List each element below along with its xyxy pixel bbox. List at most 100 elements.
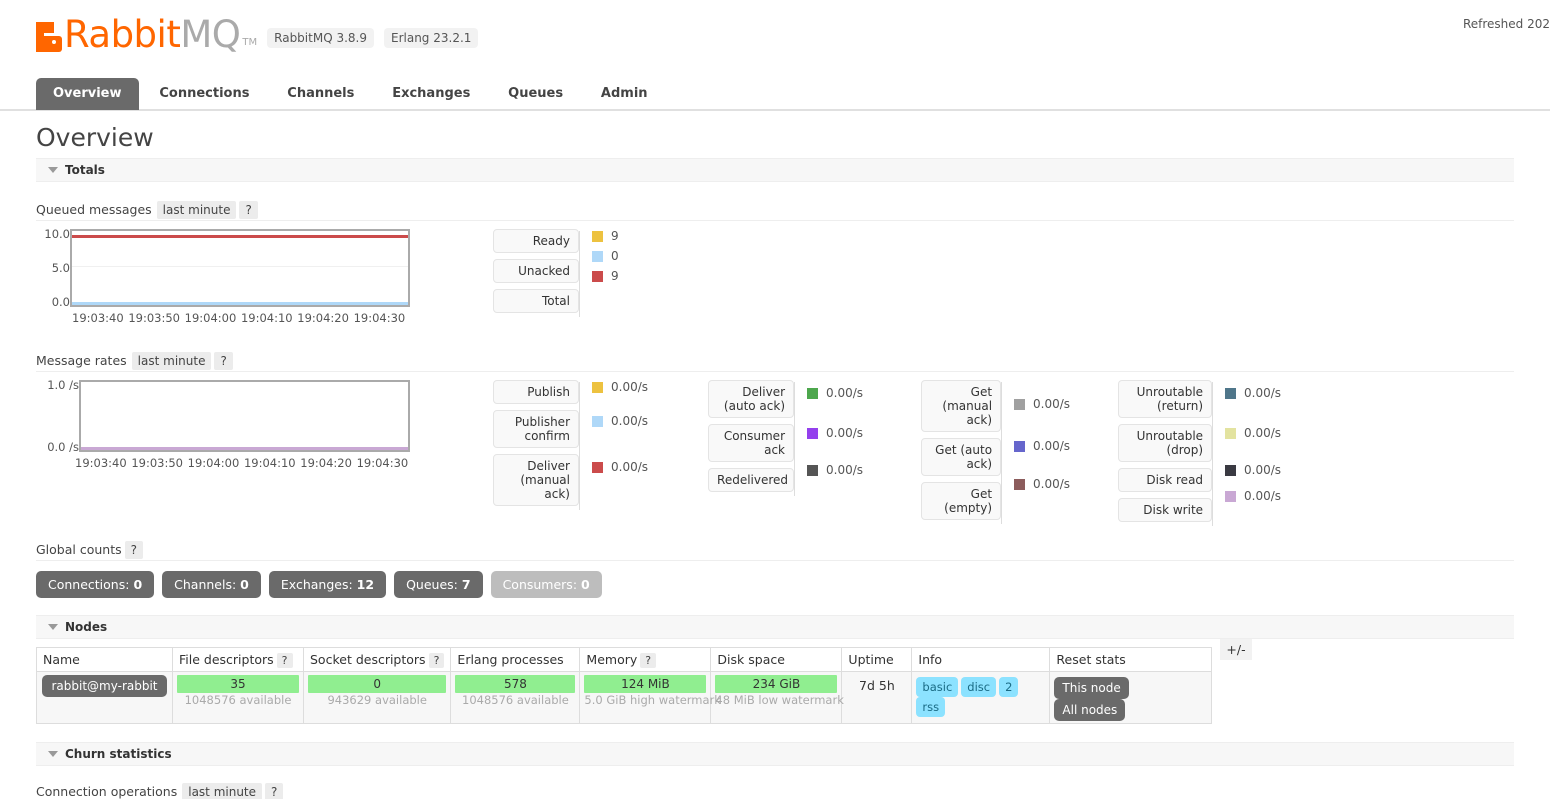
series-line-zero-rates — [81, 447, 408, 450]
legend-value-redelivered: 0.00/s — [807, 463, 863, 477]
x-tick-3: 19:04:10 — [240, 311, 293, 325]
col-erlang-processes[interactable]: Erlang processes — [450, 647, 581, 672]
legend-button-disk-write[interactable]: Disk write — [1118, 498, 1213, 522]
legend-button-get-manual-ack[interactable]: Get (manual ack) — [921, 380, 1002, 432]
col-disk-space[interactable]: Disk space — [710, 647, 843, 672]
node-name-link[interactable]: rabbit@my-rabbit — [42, 675, 167, 697]
col-name[interactable]: Name — [36, 647, 173, 672]
legend-value-unacked: 0 — [592, 249, 619, 263]
nodes-table: Name File descriptors? Socket descriptor… — [36, 647, 1213, 724]
gridline-5 — [72, 266, 408, 267]
col-socket-descriptors[interactable]: Socket descriptors? — [302, 647, 452, 672]
reset-stats-this-node-button[interactable]: This node — [1054, 677, 1129, 699]
message-rates-plot-area[interactable] — [79, 380, 410, 452]
global-counts-help-icon[interactable]: ? — [124, 541, 144, 559]
legend-button-unacked[interactable]: Unacked — [493, 259, 579, 283]
info-badge-count[interactable]: 2 — [999, 677, 1019, 697]
connection-operations-help-icon[interactable]: ? — [265, 783, 284, 799]
section-label-churn: Churn statistics — [65, 747, 172, 761]
count-badge-connections[interactable]: Connections: 0 — [36, 571, 155, 598]
tab-exchanges[interactable]: Exchanges — [375, 78, 487, 110]
col-file-descriptors-help-icon[interactable]: ? — [276, 653, 293, 668]
col-memory[interactable]: Memory? — [579, 647, 712, 672]
brand-logo[interactable]: Rabbit MQ TM RabbitMQ 3.8.9 Erlang 23.2.… — [36, 13, 479, 56]
collapse-caret-icon — [48, 750, 58, 757]
col-socket-descriptors-help-icon[interactable]: ? — [428, 653, 445, 668]
legend-value-unroutable-return-text: 0.00/s — [1244, 386, 1282, 400]
swatch-unacked-icon — [592, 250, 603, 262]
count-badge-exchanges[interactable]: Exchanges: 12 — [268, 571, 387, 598]
legend-value-unacked-text: 0 — [611, 249, 619, 263]
col-info[interactable]: Info — [911, 647, 1051, 672]
col-uptime[interactable]: Uptime — [841, 647, 913, 672]
col-reset-stats[interactable]: Reset stats — [1049, 647, 1213, 672]
legend-button-total[interactable]: Total — [493, 289, 579, 313]
legend-button-get-empty[interactable]: Get (empty) — [921, 482, 1002, 520]
legend-value-total-text: 9 — [611, 269, 619, 283]
legend-value-deliver-auto-ack: 0.00/s — [807, 386, 863, 400]
tab-admin[interactable]: Admin — [584, 78, 665, 110]
legend-button-consumer-ack[interactable]: Consumer ack — [708, 424, 795, 462]
message-rates-legend-col-1: Publish Publisher confirm Deliver (manual a… — [493, 380, 648, 512]
x-tick-0: 19:03:40 — [72, 311, 124, 325]
legend-button-redelivered[interactable]: Redelivered — [708, 468, 795, 492]
legend-button-deliver-manual-ack[interactable]: Deliver (manual ack) — [493, 454, 579, 506]
col-memory-help-icon[interactable]: ? — [640, 653, 657, 668]
y-tick-0: 0.0 — [51, 295, 70, 309]
legend-button-disk-read[interactable]: Disk read — [1118, 468, 1213, 492]
meter-file-descriptors: 35 — [177, 675, 299, 693]
tab-channels[interactable]: Channels — [270, 78, 371, 110]
cell-memory: 124 MiB 5.0 GiB high watermark — [579, 671, 721, 724]
cell-socket-descriptors: 0 943629 available — [302, 671, 452, 724]
reset-stats-all-nodes-button[interactable]: All nodes — [1054, 699, 1126, 721]
x-tick-2: 19:04:00 — [187, 456, 240, 470]
info-badge-rss[interactable]: rss — [916, 697, 946, 717]
message-rates-subheader: Message rates last minute? — [36, 352, 1514, 372]
connection-operations-period-chip[interactable]: last minute — [182, 783, 263, 799]
page-title: Overview — [36, 123, 154, 152]
legend-value-unroutable-return: 0.00/s — [1225, 386, 1281, 400]
message-rates-period-chip[interactable]: last minute — [131, 352, 212, 370]
x-tick-1: 19:03:50 — [131, 456, 183, 470]
col-file-descriptors[interactable]: File descriptors? — [172, 647, 304, 672]
legend-button-get-auto-ack[interactable]: Get (auto ack) — [921, 438, 1002, 476]
legend-button-deliver-auto-ack[interactable]: Deliver (auto ack) — [708, 380, 795, 418]
queued-messages-period-chip[interactable]: last minute — [156, 201, 237, 219]
queued-messages-plot-area[interactable] — [70, 229, 410, 307]
section-header-totals[interactable]: Totals — [36, 158, 1514, 182]
count-badge-consumers-label: Consumers: — [502, 577, 578, 592]
logo-text-primary: Rabbit — [64, 13, 181, 56]
info-badge-disc[interactable]: disc — [961, 677, 997, 697]
meter-socket-descriptors: 0 — [308, 675, 447, 693]
section-header-churn[interactable]: Churn statistics — [36, 742, 1514, 766]
column-expander-button[interactable]: +/- — [1220, 639, 1252, 660]
message-rates-row: 1.0 /s 0.0 /s 19:03:40 19:03:50 19:04:00… — [36, 379, 1514, 528]
meter-sub-disk-space: 48 MiB low watermark — [715, 693, 844, 707]
cell-node-name: rabbit@my-rabbit — [36, 671, 173, 724]
queued-messages-x-axis: 19:03:40 19:03:50 19:04:00 19:04:10 19:0… — [72, 311, 406, 325]
tab-overview[interactable]: Overview — [36, 78, 139, 110]
count-badge-channels[interactable]: Channels: 0 — [162, 571, 261, 598]
tab-connections[interactable]: Connections — [142, 78, 266, 110]
meter-sub-memory-wrap: 5.0 GiB high watermark — [584, 693, 721, 707]
legend-button-ready[interactable]: Ready — [493, 229, 579, 253]
global-counts-badges: Connections: 0 Channels: 0 Exchanges: 12… — [36, 571, 1514, 598]
global-counts-label: Global counts — [36, 542, 122, 557]
info-badge-basic[interactable]: basic — [916, 677, 959, 697]
legend-button-unroutable-return[interactable]: Unroutable (return) — [1118, 380, 1213, 418]
section-header-nodes[interactable]: Nodes — [36, 615, 1514, 639]
legend-button-unroutable-drop[interactable]: Unroutable (drop) — [1118, 424, 1213, 462]
legend-value-ready-text: 9 — [611, 229, 619, 243]
legend-button-publisher-confirm[interactable]: Publisher confirm — [493, 410, 579, 448]
app-header: Rabbit MQ TM RabbitMQ 3.8.9 Erlang 23.2.… — [0, 0, 1550, 78]
legend-button-publish[interactable]: Publish — [493, 380, 579, 404]
section-label-totals: Totals — [65, 163, 105, 177]
count-badge-queues[interactable]: Queues: 7 — [394, 571, 483, 598]
tab-queues[interactable]: Queues — [491, 78, 580, 110]
count-badge-connections-label: Connections: — [48, 577, 130, 592]
queued-messages-help-icon[interactable]: ? — [239, 201, 258, 219]
trademark-symbol: TM — [242, 37, 258, 48]
message-rates-help-icon[interactable]: ? — [214, 352, 233, 370]
swatch-unroutable-return-icon — [1225, 387, 1237, 399]
count-badge-queues-value: 7 — [461, 577, 471, 592]
